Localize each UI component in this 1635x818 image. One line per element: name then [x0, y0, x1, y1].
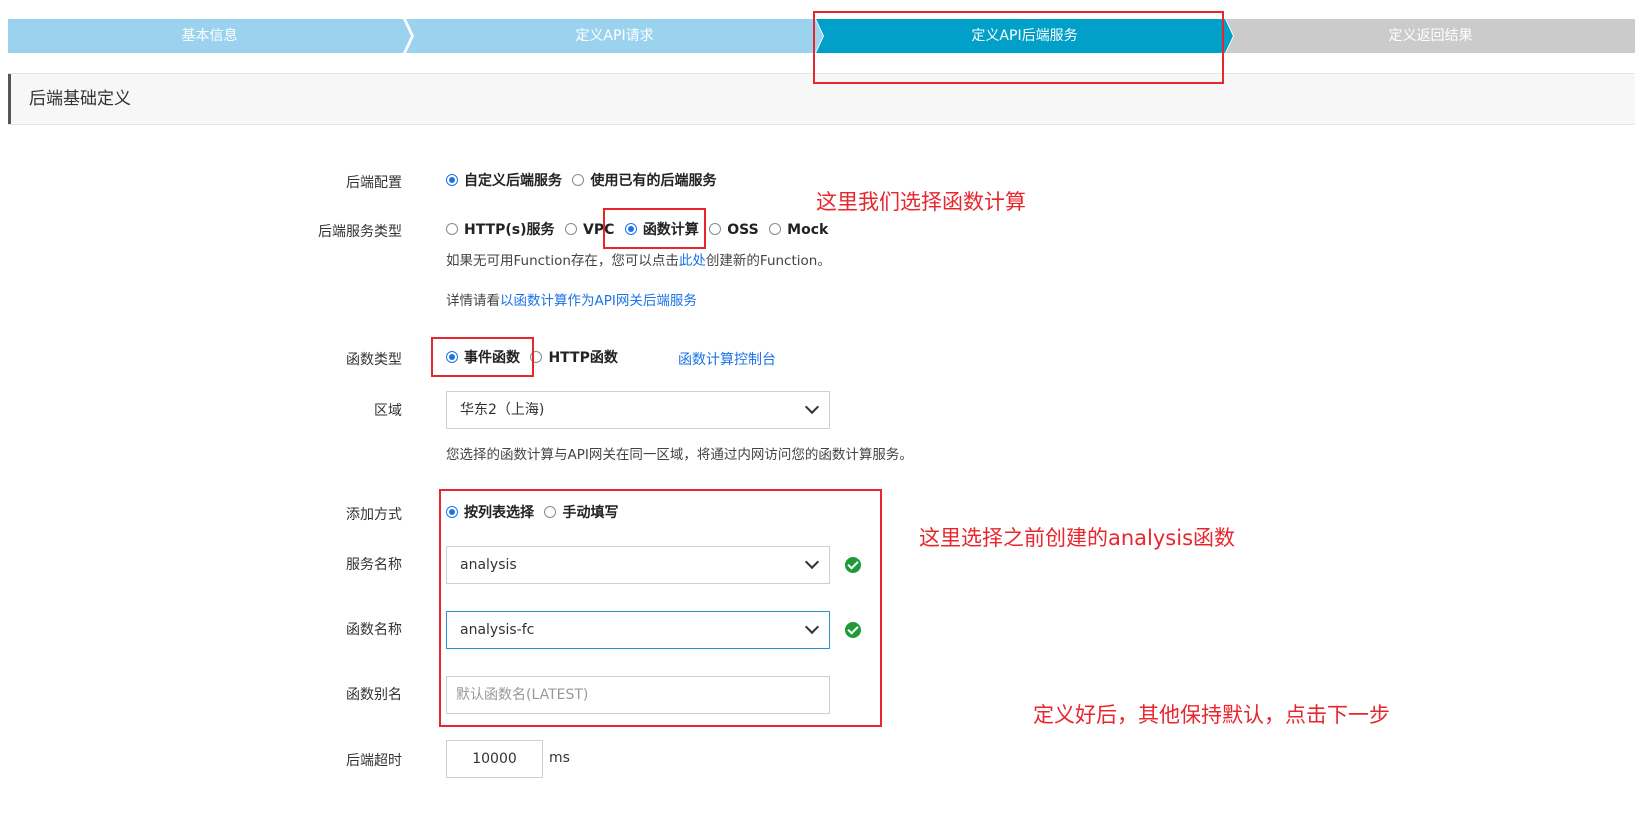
- option-http[interactable]: HTTP(s)服务: [464, 222, 555, 238]
- timeout-unit: ms: [549, 750, 570, 766]
- section-accent-bar: [8, 74, 11, 124]
- radio-existing-backend[interactable]: [572, 174, 585, 186]
- radio-vpc[interactable]: [564, 223, 577, 235]
- help-text: 详情请看: [446, 293, 500, 309]
- step-label: 定义API请求: [575, 28, 654, 44]
- create-function-link[interactable]: 此处: [679, 253, 706, 269]
- radio-http[interactable]: [446, 223, 458, 235]
- backend-type-label: 后端服务类型: [318, 224, 402, 240]
- chevron-down-icon: [804, 399, 820, 415]
- radio-custom-backend[interactable]: [446, 174, 458, 186]
- function-type-label: 函数类型: [346, 352, 402, 368]
- help-text: 创建新的Function。: [705, 253, 831, 269]
- annotation-note: 这里选择之前创建的analysis函数: [919, 526, 1236, 550]
- step-label: 基本信息: [181, 28, 238, 44]
- timeout-input[interactable]: 10000: [446, 740, 543, 778]
- radio-mock[interactable]: [769, 223, 782, 235]
- region-help: 您选择的函数计算与API网关在同一区域，将通过内网访问您的函数计算服务。: [446, 447, 913, 463]
- docs-link[interactable]: 以函数计算作为API网关后端服务: [500, 293, 697, 309]
- step-define-response[interactable]: 定义返回结果: [1226, 19, 1635, 53]
- add-method-label: 添加方式: [346, 507, 402, 523]
- backend-config-options: 自定义后端服务 使用已有的后端服务: [446, 170, 722, 190]
- annotation-box-step: [813, 11, 1224, 84]
- option-oss[interactable]: OSS: [727, 222, 758, 238]
- annotation-box-function-compute: [603, 208, 706, 249]
- annotation-box-event-function: [431, 337, 534, 377]
- function-name-label: 函数名称: [346, 622, 402, 638]
- option-mock[interactable]: Mock: [787, 222, 828, 238]
- option-http-function[interactable]: HTTP函数: [548, 350, 617, 366]
- step-basic-info[interactable]: 基本信息: [8, 19, 411, 53]
- region-value: 华东2（上海): [460, 402, 545, 418]
- function-console-link[interactable]: 函数计算控制台: [678, 349, 776, 369]
- option-existing-backend[interactable]: 使用已有的后端服务: [590, 173, 716, 189]
- service-name-label: 服务名称: [346, 557, 402, 573]
- step-label: 定义返回结果: [1388, 28, 1473, 44]
- create-function-help: 如果无可用Function存在，您可以点击此处创建新的Function。: [446, 249, 831, 269]
- help-text: 如果无可用Function存在，您可以点击: [446, 253, 679, 269]
- option-custom-backend[interactable]: 自定义后端服务: [464, 173, 562, 189]
- section-title: 后端基础定义: [29, 89, 131, 109]
- annotation-box-function-select: [439, 489, 882, 727]
- annotation-note: 这里我们选择函数计算: [816, 190, 1026, 214]
- timeout-label: 后端超时: [346, 753, 402, 769]
- region-label: 区域: [374, 403, 402, 419]
- backend-config-label: 后端配置: [346, 175, 402, 191]
- annotation-note: 定义好后，其他保持默认，点击下一步: [1033, 703, 1390, 727]
- details-help: 详情请看以函数计算作为API网关后端服务: [446, 289, 697, 309]
- radio-oss[interactable]: [709, 223, 722, 235]
- function-alias-label: 函数别名: [346, 687, 402, 703]
- region-select[interactable]: 华东2（上海): [446, 391, 830, 429]
- step-define-request[interactable]: 定义API请求: [406, 19, 823, 53]
